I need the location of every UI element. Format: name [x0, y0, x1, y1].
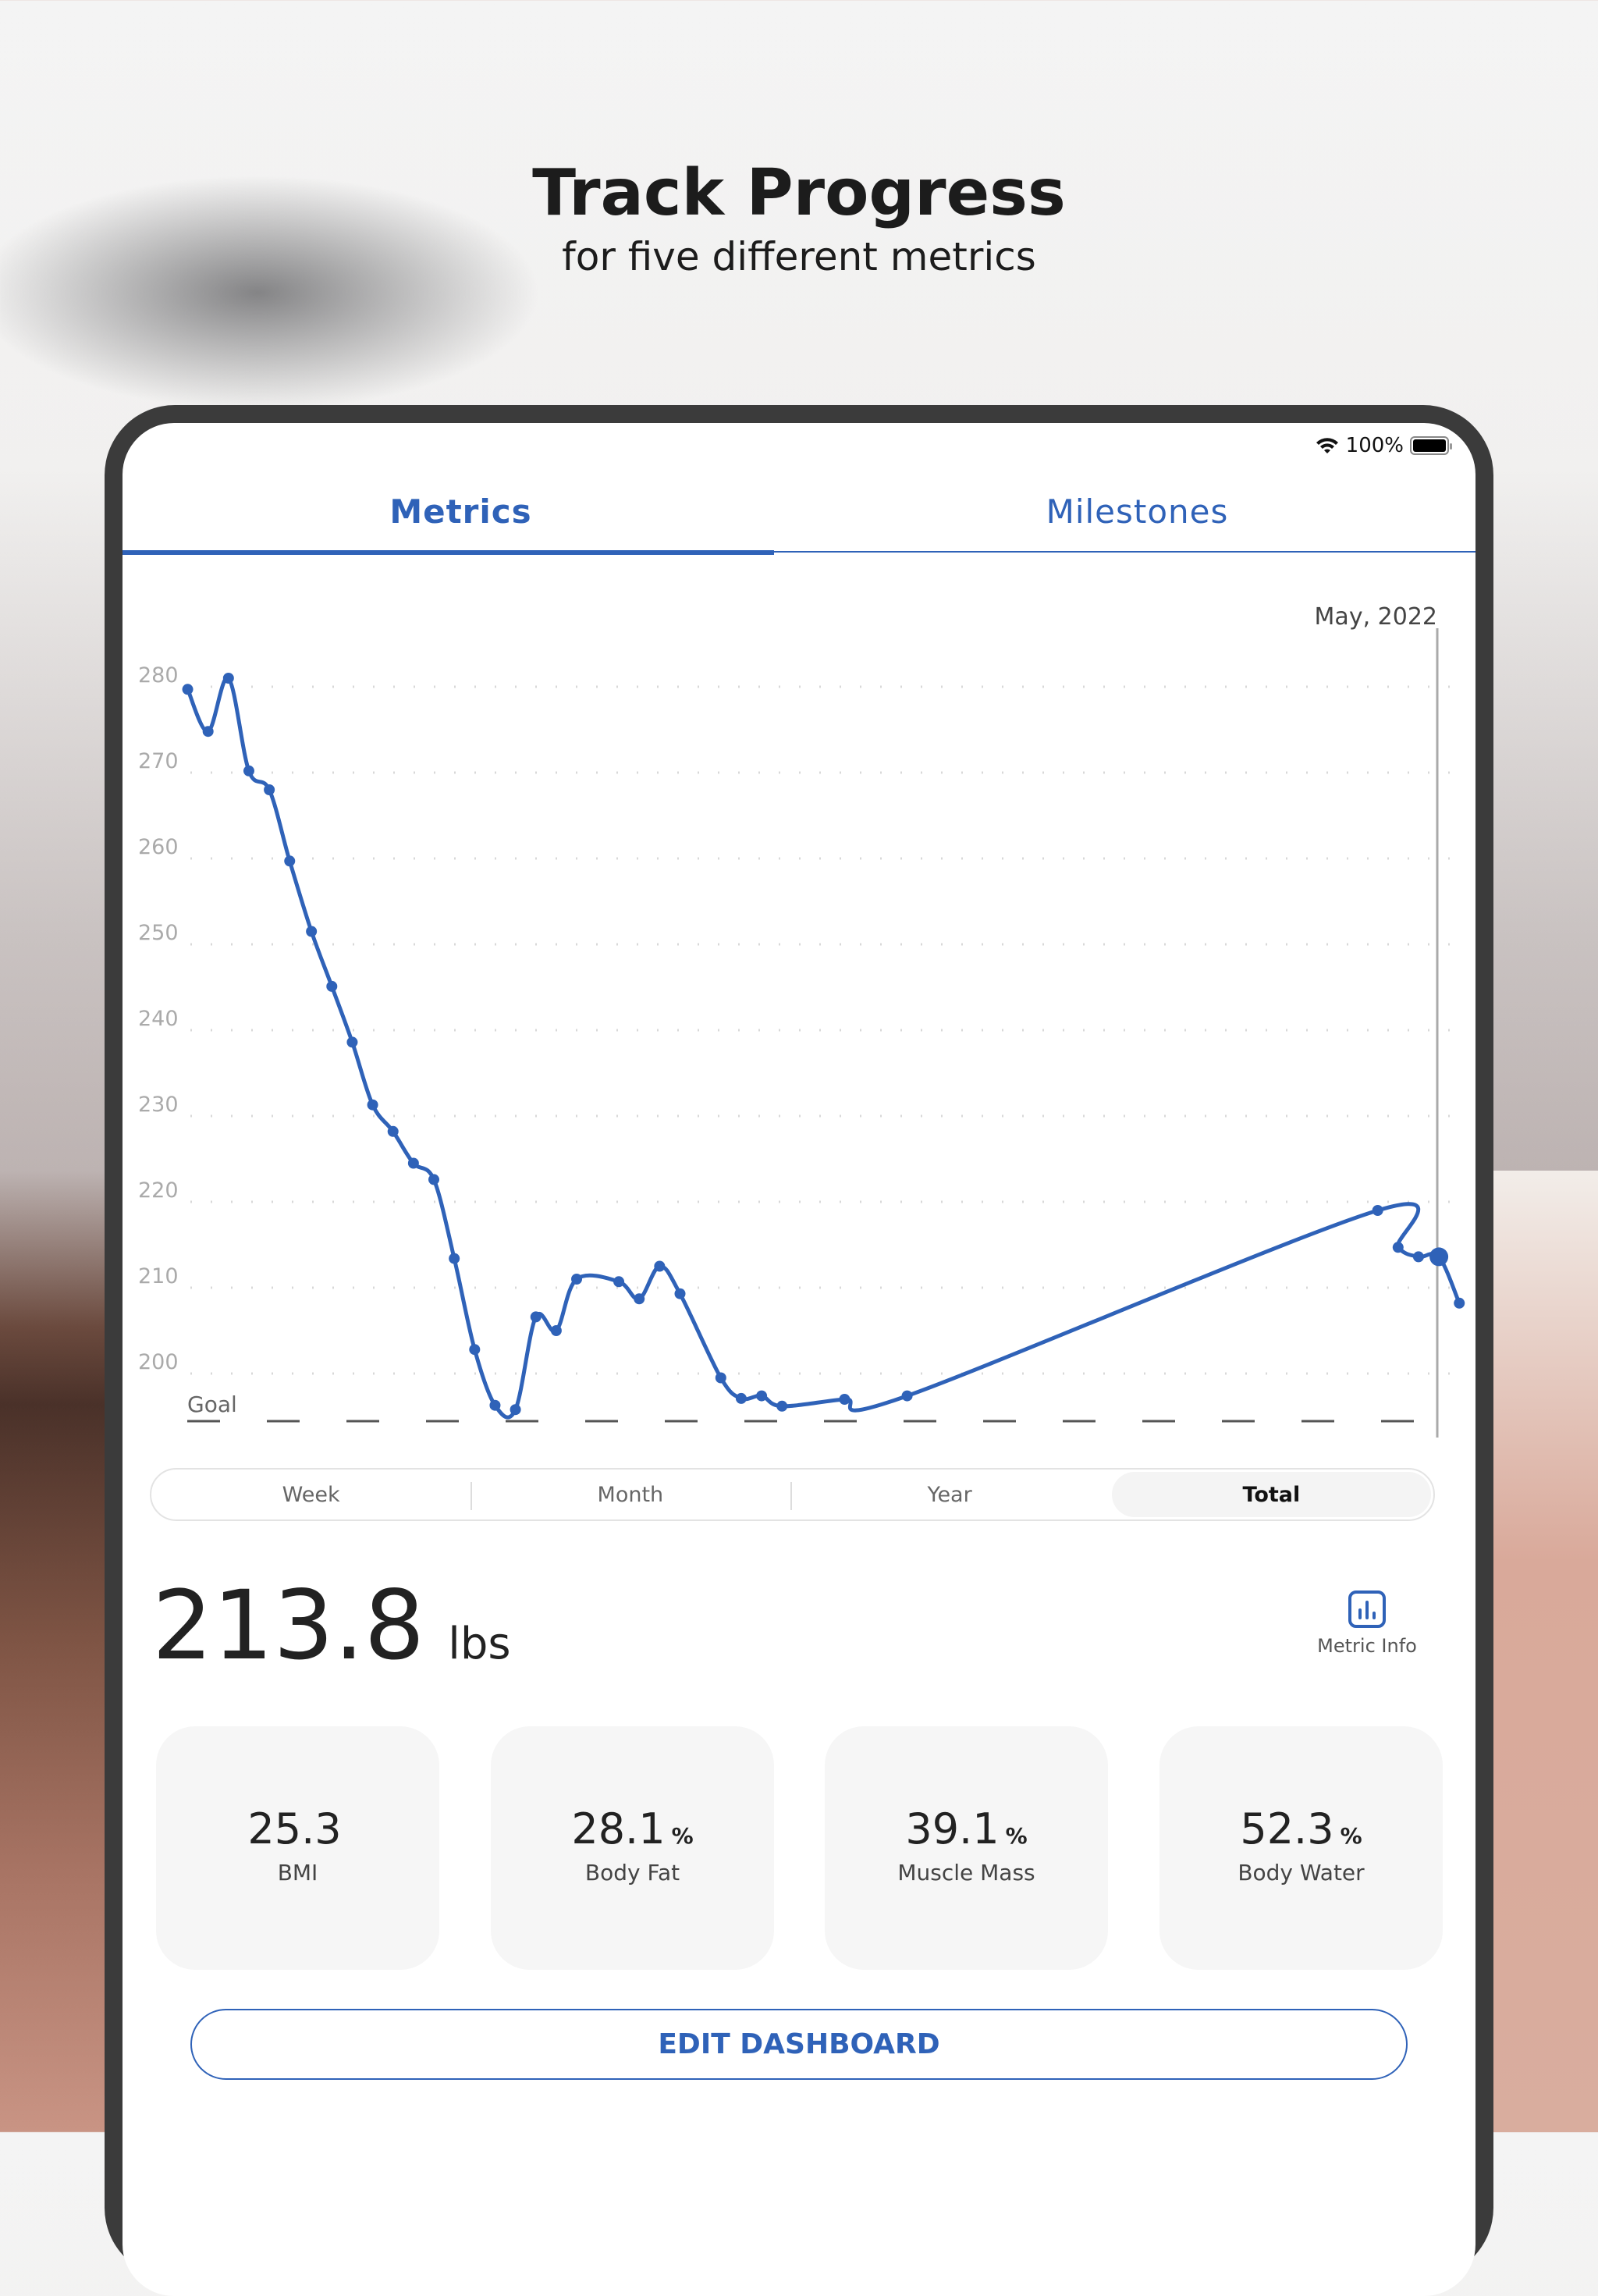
metric-card-label: BMI	[277, 1860, 318, 1885]
weight-chart[interactable]: 280 270 260 250 240 230 220 210 200 Goal May, 2022	[123, 423, 1475, 1461]
range-total[interactable]: Total	[1111, 1472, 1431, 1517]
data-point	[469, 1344, 481, 1356]
y-tick-label: 270	[138, 749, 179, 773]
metric-card-value: 25.3	[156, 1804, 439, 1854]
metric-value: 52.3	[1240, 1804, 1334, 1854]
metric-card-body-water[interactable]: 52.3% Body Water	[1159, 1726, 1443, 1970]
bar-chart-icon	[1348, 1590, 1386, 1628]
metric-unit: %	[1340, 1823, 1362, 1849]
data-point	[756, 1390, 768, 1402]
data-point	[346, 1036, 358, 1048]
data-point	[306, 926, 318, 937]
y-tick-label: 280	[138, 663, 179, 688]
data-point	[530, 1311, 542, 1323]
app-screen: 100% Metrics Milestones 280 270 260 250 240 2…	[123, 423, 1475, 2296]
metric-card-muscle-mass[interactable]: 39.1% Muscle Mass	[825, 1726, 1108, 1970]
data-point	[735, 1392, 747, 1404]
metric-info-button[interactable]: Metric Info	[1309, 1590, 1426, 1657]
metric-card-label: Body Water	[1238, 1860, 1365, 1885]
data-point	[901, 1390, 913, 1402]
metric-card-label: Muscle Mass	[897, 1860, 1035, 1885]
metric-unit: %	[1005, 1823, 1028, 1849]
data-point	[222, 673, 234, 684]
y-tick-label: 220	[138, 1178, 179, 1203]
data-point	[839, 1394, 850, 1405]
edit-dashboard-button[interactable]: EDIT DASHBOARD	[190, 2009, 1408, 2080]
metric-value: 25.3	[247, 1804, 342, 1854]
metric-card-value: 28.1%	[491, 1804, 774, 1854]
data-point	[1392, 1242, 1404, 1253]
data-point	[264, 784, 275, 795]
y-tick-label: 260	[138, 835, 179, 859]
metric-unit: %	[671, 1823, 694, 1849]
data-point	[654, 1260, 666, 1272]
data-point	[489, 1399, 501, 1411]
y-tick-label: 210	[138, 1264, 179, 1288]
data-point	[550, 1325, 562, 1336]
headline-title: Track Progress	[532, 156, 1066, 230]
data-point	[613, 1276, 625, 1288]
y-tick-label: 200	[138, 1350, 179, 1374]
data-point	[1454, 1297, 1465, 1309]
range-week[interactable]: Week	[151, 1470, 471, 1519]
data-point	[1372, 1205, 1383, 1216]
current-weight-unit: lbs	[448, 1619, 511, 1669]
data-point	[776, 1400, 788, 1412]
metric-card-bmi[interactable]: 25.3 BMI	[156, 1726, 439, 1970]
metric-value: 39.1	[905, 1804, 1000, 1854]
data-point	[571, 1274, 583, 1285]
metric-card-value: 52.3%	[1159, 1804, 1443, 1854]
data-point	[387, 1125, 399, 1137]
data-point	[715, 1372, 726, 1384]
metric-card-value: 39.1%	[825, 1804, 1108, 1854]
metric-info-label: Metric Info	[1317, 1635, 1417, 1657]
y-tick-label: 250	[138, 921, 179, 945]
data-point	[202, 726, 214, 737]
data-point	[449, 1253, 460, 1264]
data-point	[182, 684, 194, 695]
range-year[interactable]: Year	[790, 1470, 1110, 1519]
data-point	[510, 1404, 521, 1416]
data-point	[407, 1157, 419, 1169]
selected-data-point	[1429, 1247, 1449, 1267]
y-tick-label: 230	[138, 1093, 179, 1117]
data-point	[674, 1288, 686, 1299]
data-point	[284, 855, 296, 867]
data-point	[634, 1293, 645, 1305]
goal-label: Goal	[187, 1391, 237, 1417]
y-tick-label: 240	[138, 1007, 179, 1031]
current-weight-value: 213.8	[152, 1570, 425, 1681]
tablet-frame: 100% Metrics Milestones 280 270 260 250 240 2…	[105, 405, 1493, 2296]
metric-card-body-fat[interactable]: 28.1% Body Fat	[491, 1726, 774, 1970]
data-point	[1412, 1251, 1424, 1263]
series-line	[186, 676, 1461, 1420]
current-weight: 213.8 lbs	[152, 1570, 511, 1681]
data-point	[326, 980, 338, 992]
data-point	[243, 765, 254, 777]
range-selector: Week Month Year Total	[150, 1468, 1435, 1521]
headline-subtitle: for five different metrics	[562, 234, 1036, 279]
data-point	[367, 1099, 378, 1111]
metric-value: 28.1	[571, 1804, 666, 1854]
selected-date-label: May, 2022	[1315, 603, 1437, 631]
range-month[interactable]: Month	[471, 1470, 790, 1519]
data-point	[428, 1174, 440, 1185]
metric-card-label: Body Fat	[584, 1860, 680, 1885]
